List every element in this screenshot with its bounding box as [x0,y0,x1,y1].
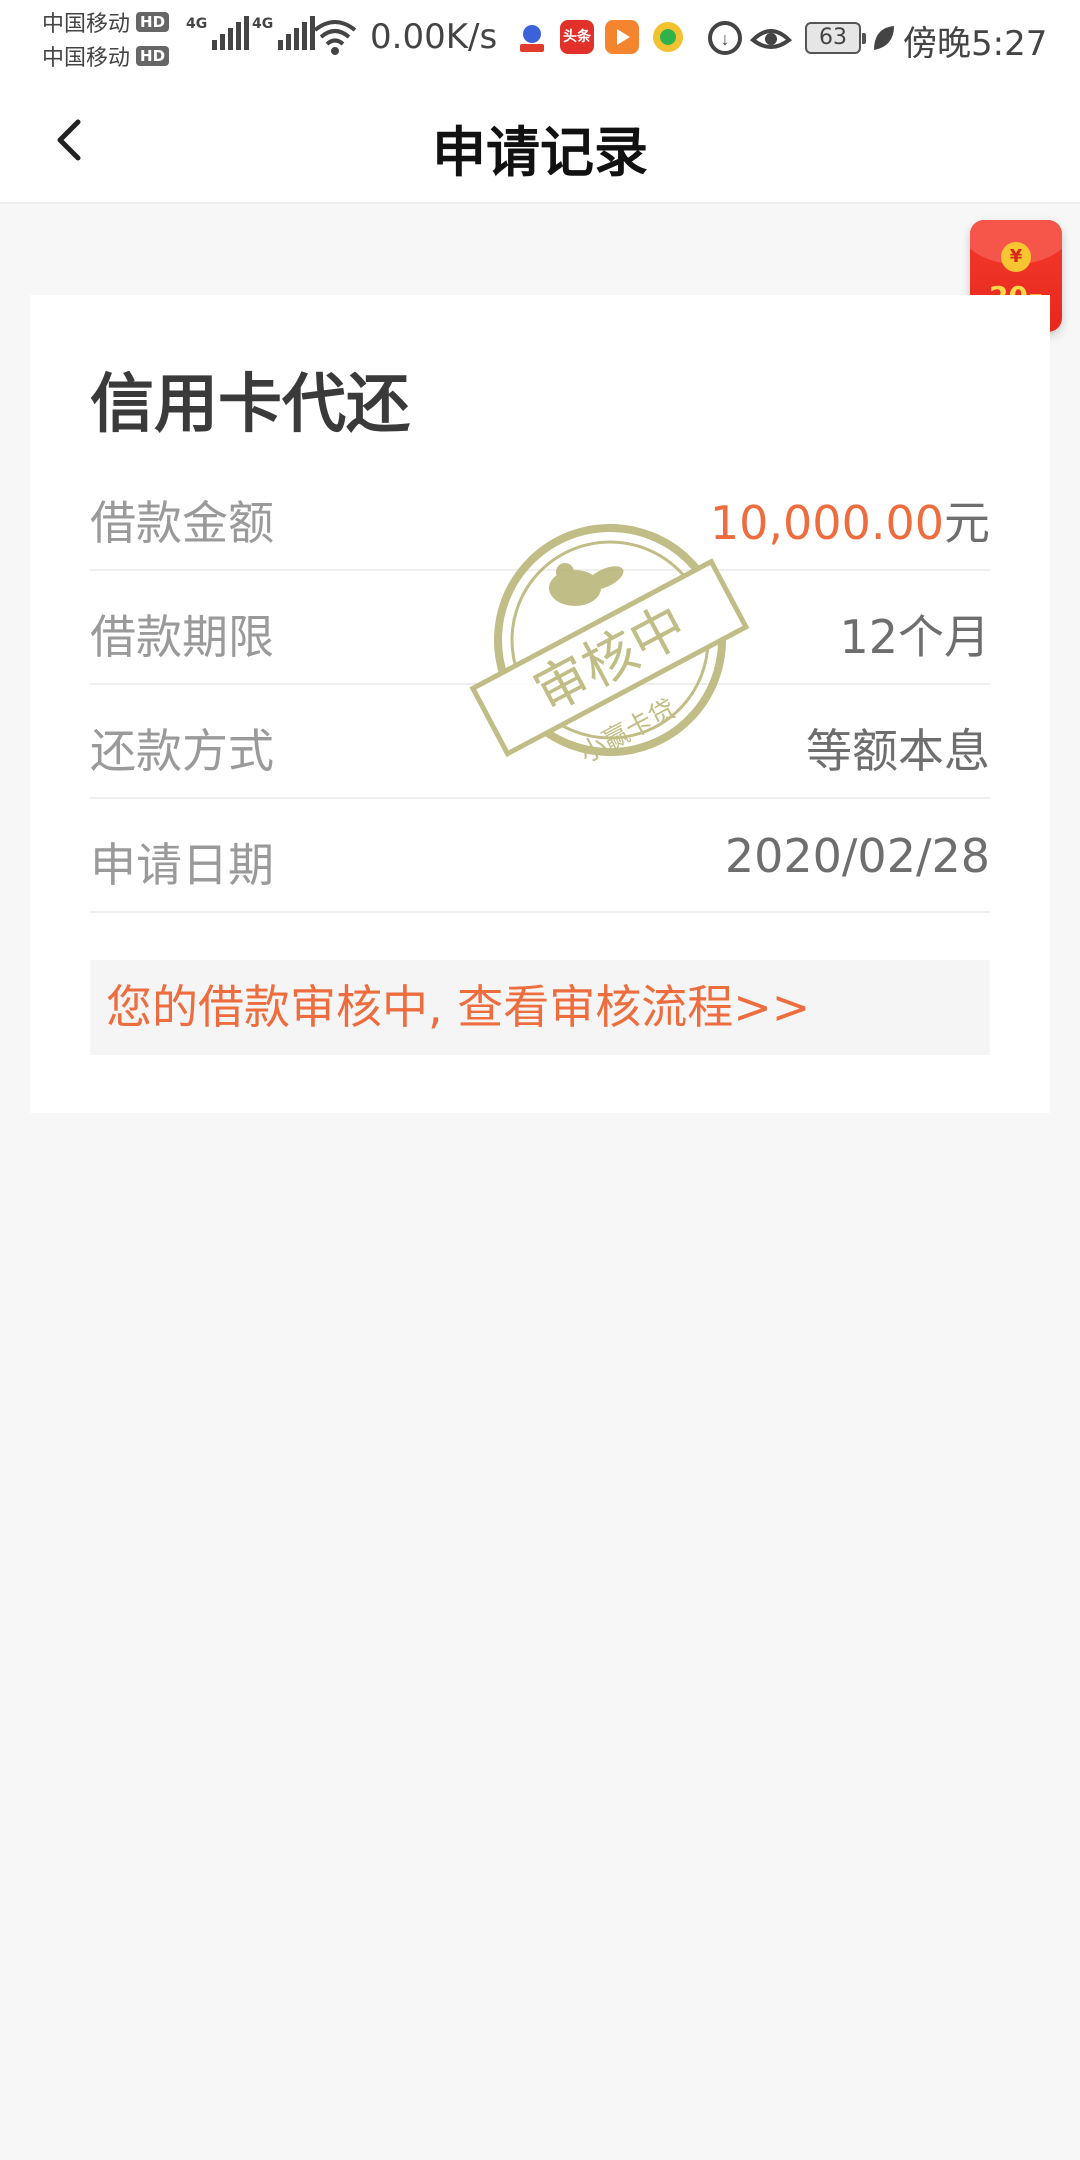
coin-icon: ¥ [1001,242,1031,272]
row-label: 借款期限 [90,610,274,664]
info-row-application-date: 申请日期 2020/02/28 [90,799,990,913]
row-value: 等额本息 [806,724,990,778]
baidu-app-icon [520,25,544,52]
net-speed: 0.00K/s [370,17,498,57]
row-label: 还款方式 [90,724,274,778]
battery-indicator: 63 [805,22,866,54]
signal-icon: 4G [186,16,250,50]
carrier-1-label: 中国移动 [42,12,131,37]
card-title: 信用卡代还 [90,368,410,442]
wifi-icon [313,20,357,55]
review-process-link[interactable]: 您的借款审核中, 查看审核流程>> [90,960,990,1055]
stamp-logo-icon [549,563,624,606]
loan-amount-unit: 元 [944,496,990,550]
carrier-2-label: 中国移动 [42,46,131,71]
video-app-icon [605,20,639,54]
row-value: 12个月 [839,610,990,664]
status-bar: 中国移动 HD 中国移动 HD 4G 4G 0.00K/s 头条 ↓ 63 傍晚… [0,0,1080,78]
clock: 傍晚5:27 [903,24,1048,64]
hd-badge: HD [136,12,170,32]
leaf-icon [874,26,894,50]
carrier-1: 中国移动 HD [42,6,170,38]
hd-badge: HD [136,46,170,66]
data-saver-icon: ↓ [708,21,742,55]
network-type-label: 4G [252,16,274,32]
row-label: 借款金额 [90,496,274,550]
under-review-stamp: 审核中 小赢卡贷 [469,524,750,769]
page-title: 申请记录 [432,121,648,184]
network-type-label: 4G [186,16,208,32]
eye-comfort-icon [750,29,792,49]
toutiao-app-icon: 头条 [560,20,594,54]
nav-bar: 申请记录 [0,78,1080,204]
svg-text:↓: ↓ [721,29,730,49]
music-app-icon [653,22,683,52]
signal-icon: 4G [252,16,316,50]
carrier-2: 中国移动 HD [42,40,170,72]
row-value: 2020/02/28 [724,829,990,883]
row-label: 申请日期 [90,838,274,892]
